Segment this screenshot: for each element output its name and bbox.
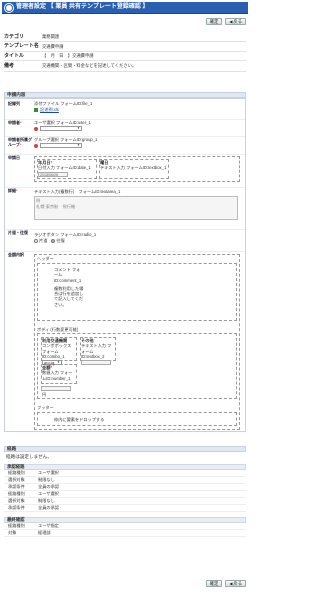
record-line1: 添付ファイル フォームID:file_1: [34, 101, 93, 106]
file-icon: [34, 107, 38, 112]
approve-row: 経路種別 ユーザ選択: [4, 470, 246, 477]
date-input[interactable]: 2018/06/28: [38, 171, 68, 177]
value-category: 業務関連: [42, 34, 60, 40]
label-record: 記録列: [8, 101, 20, 106]
group-icon: [34, 143, 38, 148]
template-info: カテゴリ 業務関連 テンプレート名 交通費申請 タイトル 【 月 日 】交通費申請 備…: [4, 33, 246, 72]
group-select[interactable]: [40, 143, 82, 149]
arrow-left-icon: ◀: [229, 19, 233, 24]
back-button-top[interactable]: ◀ 戻る: [225, 18, 246, 25]
approve-row: 選択対象 制限なし: [4, 498, 246, 505]
amount-input[interactable]: [41, 386, 71, 391]
label-notes: 備考: [4, 62, 15, 69]
comment-text: 複数利用した場合は行を追加して記入してください。: [54, 285, 84, 307]
detail-example-line: 札幌-東京駅 飛行機: [36, 203, 76, 209]
route-section: 経路 経路は設定しません。 承認経路 経路種別 ユーザ選択 選択対象 制限なし 承認…: [4, 446, 246, 537]
approve-row: 経路種別 ユーザ選択: [4, 491, 246, 498]
amount-header-area: コメント フォームID:comment_1 複数利用した場合は行を追加して記入し…: [37, 263, 237, 321]
body-col1-desc: コンボボックス フォームID:combo_1: [42, 343, 72, 359]
label-category: カテゴリ: [4, 34, 25, 40]
other-input[interactable]: [81, 360, 111, 365]
back-button-bottom[interactable]: ◀ 戻る: [225, 580, 246, 587]
label-applicant: 申請者: [8, 120, 20, 125]
form-body: 記録列 添付ファイル フォームID:file_1 記述例.xls 申請者* ユー…: [4, 98, 246, 432]
sum-block: 金額* 数値入力 フォームID:number_1: [41, 364, 77, 384]
bottom-button-bar: 確定 ◀ 戻る: [205, 580, 246, 587]
radio-oneway[interactable]: 片道: [34, 238, 47, 243]
top-button-bar: 確定 ◀ 戻る: [205, 18, 246, 25]
amount-header-label: ヘッダー: [37, 256, 54, 261]
required-mark: *: [20, 120, 22, 125]
comment-title: コメント フォームID:comment_1: [54, 267, 82, 283]
label-oneway: 片道・往復: [8, 230, 28, 235]
body-col1: 利用交通機関 コンボボックス フォームID:combo_1 飛行機: [41, 337, 77, 366]
approve-row: 承認条件 全員の承認: [4, 484, 246, 491]
applicant-line1: ユーザ選択 フォームID:user_1: [34, 120, 91, 125]
detail-content: テキスト入力(複数行) フォームID:textarea_1 例 札幌-東京駅 飛…: [34, 189, 238, 221]
drop-zone-text: 枠内に要素をドロップする: [54, 417, 105, 422]
body-col2-desc: テキスト入力 フォームID:textbox_2: [81, 343, 112, 359]
sum-desc: 数値入力 フォームID:number_1: [42, 370, 73, 381]
value-title: 【 月 日 】交通費申請: [42, 52, 94, 58]
label-template-name: テンプレート名: [4, 43, 39, 50]
comment-block: コメント フォームID:comment_1 複数利用した場合は行を追加して記入し…: [54, 267, 84, 307]
window-title: 管理者設定 【 業員 共有テンプレート登録確認 】: [16, 3, 149, 10]
approve-row: 選択対象 制限なし: [4, 477, 246, 484]
date-col1: 年月日* 日付入力 フォームID:date_1 2018/06/28: [37, 159, 97, 179]
approve-row: 承認条件 全員の承認: [4, 505, 246, 512]
body-col2: その他 テキスト入力 フォームID:textbox_2: [80, 337, 116, 365]
confirm-button-top[interactable]: 確定: [205, 18, 223, 25]
window-titlebar: 管理者設定 【 業員 共有テンプレート登録確認 】: [2, 2, 248, 14]
amount-body-label: ボディ (行数変更可能): [37, 327, 79, 332]
record-content: 添付ファイル フォームID:file_1 記述例.xls: [34, 101, 92, 113]
label-detail: 詳細: [8, 188, 16, 193]
date-col2: 曜日 テキスト入力 フォームID:textbox_1: [99, 159, 169, 179]
amount-container: ヘッダー コメント フォームID:comment_1 複数利用した場合は行を追加…: [34, 254, 240, 430]
applicant-content: ユーザ選択 フォームID:user_1: [34, 120, 91, 132]
oneway-content: ラジオボタン フォームID:radio_1 片道 往復: [34, 232, 96, 244]
confirm-button-bottom[interactable]: 確定: [205, 580, 223, 587]
value-template-name: 交通費申請: [42, 43, 64, 49]
value-notes: 交通機関・区間・料金などを記述してください。: [42, 63, 137, 69]
label-amount: 金額内訳: [8, 252, 24, 257]
arrow-left-icon: ◀: [229, 581, 233, 586]
group-content: グループ選択 フォームID:group_1: [34, 137, 98, 149]
date-col1-desc: 日付入力 フォームID:date_1: [38, 165, 91, 171]
amount-footer-label: フッター: [37, 405, 54, 410]
label-title: タイトル: [4, 52, 25, 59]
final-row: 対象 経理部: [4, 530, 246, 537]
applicant-select[interactable]: [40, 126, 82, 132]
gear-icon: [5, 3, 13, 12]
date-col2-desc: テキスト入力 フォームID:textbox_1: [100, 165, 167, 171]
amount-footer-area: 枠内に要素をドロップする: [37, 412, 237, 426]
user-icon: [34, 126, 38, 131]
group-line1: グループ選択 フォームID:group_1: [34, 137, 98, 142]
radio-round[interactable]: 往復: [51, 238, 65, 243]
route-desc: 経路は設定しません。: [6, 454, 52, 459]
final-row: 経路種別 ユーザ指定: [4, 523, 246, 530]
detail-line1: テキスト入力(複数行) フォームID:textarea_1: [34, 189, 121, 194]
amount-body-area: 利用交通機関 コンボボックス フォームID:combo_1 飛行機 その他 テキ…: [37, 333, 237, 399]
date-container: 年月日* 日付入力 フォームID:date_1 2018/06/28 曜日 テキ…: [34, 156, 240, 182]
label-date: 申請日: [8, 155, 20, 160]
amount-unit: 円: [42, 392, 47, 397]
record-file[interactable]: 記述例.xls: [40, 107, 59, 112]
route-header: 経路: [4, 446, 246, 452]
oneway-line1: ラジオボタン フォームID:radio_1: [34, 232, 97, 237]
detail-textarea[interactable]: 例 札幌-東京駅 飛行機: [34, 196, 238, 221]
